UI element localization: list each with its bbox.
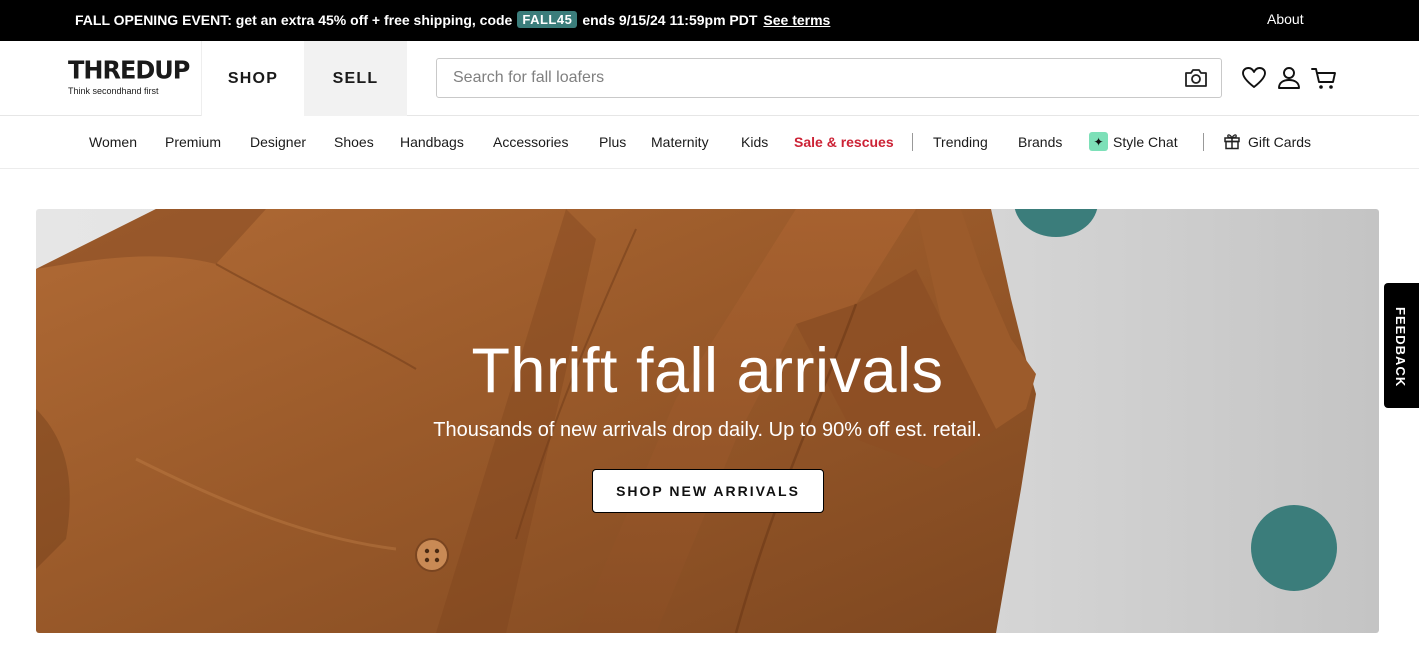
- nav-women[interactable]: Women: [89, 134, 137, 150]
- nav-maternity[interactable]: Maternity: [651, 134, 709, 150]
- logo-tagline: Think secondhand first: [68, 86, 159, 96]
- nav-style-chat[interactable]: Style Chat: [1113, 134, 1178, 150]
- hero-subtitle: Thousands of new arrivals drop daily. Up…: [433, 419, 982, 441]
- nav-shoes[interactable]: Shoes: [334, 134, 374, 150]
- nav-gift-cards[interactable]: Gift Cards: [1248, 134, 1311, 150]
- tab-shop[interactable]: SHOP: [201, 41, 304, 116]
- shop-new-arrivals-button[interactable]: SHOP NEW ARRIVALS: [592, 469, 824, 513]
- user-icon[interactable]: [1276, 65, 1302, 91]
- category-nav: Women Premium Designer Shoes Handbags Ac…: [0, 116, 1419, 169]
- heart-icon[interactable]: [1241, 65, 1267, 91]
- tab-sell[interactable]: SELL: [304, 41, 407, 116]
- nav-divider: [912, 133, 913, 151]
- logo-wordmark: THREDUP: [68, 55, 190, 85]
- nav-accessories[interactable]: Accessories: [493, 134, 568, 150]
- about-link[interactable]: About: [1267, 11, 1304, 27]
- promo-expiry: ends 9/15/24 11:59pm PDT: [582, 11, 758, 28]
- nav-premium[interactable]: Premium: [165, 134, 221, 150]
- nav-designer[interactable]: Designer: [250, 134, 306, 150]
- camera-icon[interactable]: [1183, 67, 1209, 89]
- see-terms-link[interactable]: See terms: [763, 12, 830, 28]
- promo-code-badge: FALL45: [517, 11, 578, 28]
- feedback-tab[interactable]: FEEDBACK: [1384, 283, 1419, 408]
- search-bar: [436, 58, 1222, 98]
- sparkle-icon: ✦: [1089, 132, 1108, 151]
- nav-trending[interactable]: Trending: [933, 134, 988, 150]
- nav-handbags[interactable]: Handbags: [400, 134, 464, 150]
- site-header: THREDUP Think secondhand first SHOP SELL: [0, 41, 1419, 116]
- nav-plus[interactable]: Plus: [599, 134, 626, 150]
- nav-divider: [1203, 133, 1204, 151]
- gift-icon: [1224, 134, 1240, 150]
- promo-banner: FALL OPENING EVENT: get an extra 45% off…: [0, 0, 1419, 41]
- hero-title: Thrift fall arrivals: [471, 336, 944, 406]
- nav-brands[interactable]: Brands: [1018, 134, 1062, 150]
- hero-banner[interactable]: Thrift fall arrivals Thousands of new ar…: [36, 209, 1379, 633]
- nav-sale-rescues[interactable]: Sale & rescues: [794, 134, 894, 150]
- promo-text: FALL OPENING EVENT: get an extra 45% off…: [75, 11, 513, 28]
- cart-icon[interactable]: [1311, 65, 1337, 91]
- feedback-label: FEEDBACK: [1393, 307, 1408, 388]
- nav-kids[interactable]: Kids: [741, 134, 768, 150]
- logo[interactable]: THREDUP Think secondhand first: [68, 55, 190, 96]
- search-input[interactable]: [437, 69, 1137, 87]
- promo-message: FALL OPENING EVENT: get an extra 45% off…: [75, 11, 830, 28]
